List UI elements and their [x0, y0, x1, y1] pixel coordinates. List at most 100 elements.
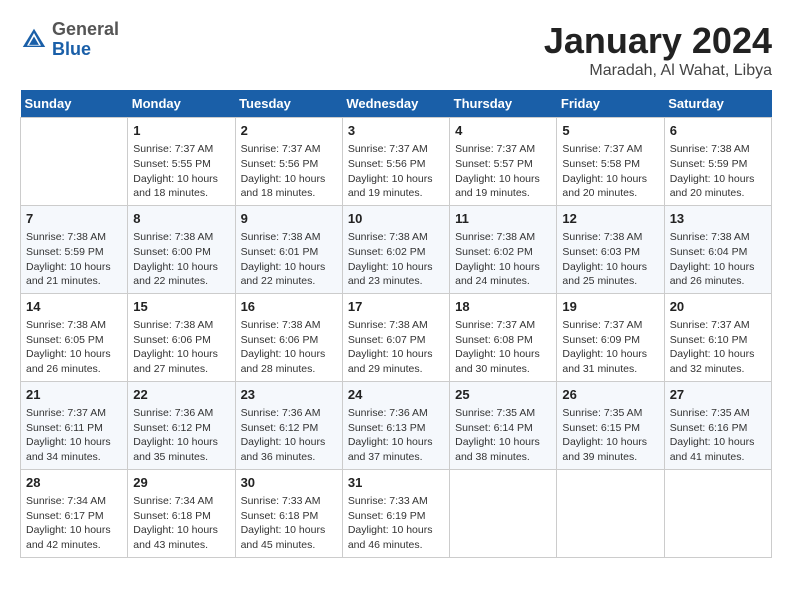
calendar-cell: 25 Sunrise: 7:35 AM Sunset: 6:14 PM Dayli…	[450, 381, 557, 469]
weekday-header-sunday: Sunday	[21, 90, 128, 118]
calendar-cell: 30Sunrise: 7:33 AM Sunset: 6:18 PM Dayli…	[235, 469, 342, 557]
week-row-3: 14Sunrise: 7:38 AM Sunset: 6:05 PM Dayli…	[21, 293, 772, 381]
week-row-2: 7 Sunrise: 7:38 AM Sunset: 5:59 PM Daylig…	[21, 205, 772, 293]
day-info: Sunrise: 7:38 AM Sunset: 5:59 PM Dayligh…	[670, 142, 766, 201]
day-info: Sunrise: 7:38 AM Sunset: 5:59 PM Dayligh…	[26, 230, 122, 289]
calendar-cell: 4Sunrise: 7:37 AM Sunset: 5:57 PM Daylig…	[450, 118, 557, 206]
title-block: January 2024 Maradah, Al Wahat, Libya	[544, 20, 772, 80]
day-info: Sunrise: 7:38 AM Sunset: 6:02 PM Dayligh…	[455, 230, 551, 289]
calendar-cell: 3 Sunrise: 7:37 AM Sunset: 5:56 PM Daylig…	[342, 118, 449, 206]
day-number: 4	[455, 122, 551, 140]
day-number: 23	[241, 386, 337, 404]
day-info: Sunrise: 7:37 AM Sunset: 6:09 PM Dayligh…	[562, 318, 658, 377]
week-row-5: 28 Sunrise: 7:34 AM Sunset: 6:17 PM Dayli…	[21, 469, 772, 557]
calendar-cell: 11 Sunrise: 7:38 AM Sunset: 6:02 PM Dayli…	[450, 205, 557, 293]
page-header: General Blue January 2024 Maradah, Al Wa…	[20, 20, 772, 80]
weekday-header-monday: Monday	[128, 90, 235, 118]
logo-blue: Blue	[52, 39, 91, 59]
day-info: Sunrise: 7:36 AM Sunset: 6:13 PM Dayligh…	[348, 406, 444, 465]
calendar-cell	[557, 469, 664, 557]
calendar-cell: 12 Sunrise: 7:38 AM Sunset: 6:03 PM Dayli…	[557, 205, 664, 293]
day-info: Sunrise: 7:38 AM Sunset: 6:06 PM Dayligh…	[241, 318, 337, 377]
day-number: 9	[241, 210, 337, 228]
calendar-cell: 16Sunrise: 7:38 AM Sunset: 6:06 PM Dayli…	[235, 293, 342, 381]
day-info: Sunrise: 7:34 AM Sunset: 6:18 PM Dayligh…	[133, 494, 229, 553]
day-info: Sunrise: 7:38 AM Sunset: 6:02 PM Dayligh…	[348, 230, 444, 289]
day-number: 15	[133, 298, 229, 316]
day-number: 20	[670, 298, 766, 316]
calendar-cell	[450, 469, 557, 557]
calendar-cell: 8Sunrise: 7:38 AM Sunset: 6:00 PM Daylig…	[128, 205, 235, 293]
day-number: 12	[562, 210, 658, 228]
calendar-cell: 7 Sunrise: 7:38 AM Sunset: 5:59 PM Daylig…	[21, 205, 128, 293]
logo-text: General Blue	[52, 20, 119, 60]
day-number: 22	[133, 386, 229, 404]
logo-icon	[20, 26, 48, 54]
calendar-cell: 21Sunrise: 7:37 AM Sunset: 6:11 PM Dayli…	[21, 381, 128, 469]
logo-general: General	[52, 19, 119, 39]
calendar-cell: 17 Sunrise: 7:38 AM Sunset: 6:07 PM Dayli…	[342, 293, 449, 381]
day-info: Sunrise: 7:36 AM Sunset: 6:12 PM Dayligh…	[133, 406, 229, 465]
day-number: 17	[348, 298, 444, 316]
day-number: 29	[133, 474, 229, 492]
day-info: Sunrise: 7:35 AM Sunset: 6:16 PM Dayligh…	[670, 406, 766, 465]
calendar-cell: 29 Sunrise: 7:34 AM Sunset: 6:18 PM Dayli…	[128, 469, 235, 557]
day-info: Sunrise: 7:38 AM Sunset: 6:03 PM Dayligh…	[562, 230, 658, 289]
calendar-cell: 26Sunrise: 7:35 AM Sunset: 6:15 PM Dayli…	[557, 381, 664, 469]
calendar-cell: 5Sunrise: 7:37 AM Sunset: 5:58 PM Daylig…	[557, 118, 664, 206]
calendar-cell: 28 Sunrise: 7:34 AM Sunset: 6:17 PM Dayli…	[21, 469, 128, 557]
day-info: Sunrise: 7:38 AM Sunset: 6:04 PM Dayligh…	[670, 230, 766, 289]
day-info: Sunrise: 7:37 AM Sunset: 5:56 PM Dayligh…	[348, 142, 444, 201]
calendar-table: SundayMondayTuesdayWednesdayThursdayFrid…	[20, 90, 772, 558]
calendar-cell: 20 Sunrise: 7:37 AM Sunset: 6:10 PM Dayli…	[664, 293, 771, 381]
day-number: 3	[348, 122, 444, 140]
calendar-cell: 2Sunrise: 7:37 AM Sunset: 5:56 PM Daylig…	[235, 118, 342, 206]
day-info: Sunrise: 7:35 AM Sunset: 6:14 PM Dayligh…	[455, 406, 551, 465]
weekday-header-row: SundayMondayTuesdayWednesdayThursdayFrid…	[21, 90, 772, 118]
calendar-cell: 1Sunrise: 7:37 AM Sunset: 5:55 PM Daylig…	[128, 118, 235, 206]
week-row-1: 1Sunrise: 7:37 AM Sunset: 5:55 PM Daylig…	[21, 118, 772, 206]
day-number: 11	[455, 210, 551, 228]
day-info: Sunrise: 7:38 AM Sunset: 6:07 PM Dayligh…	[348, 318, 444, 377]
day-number: 18	[455, 298, 551, 316]
day-number: 31	[348, 474, 444, 492]
calendar-cell: 18 Sunrise: 7:37 AM Sunset: 6:08 PM Dayli…	[450, 293, 557, 381]
weekday-header-wednesday: Wednesday	[342, 90, 449, 118]
day-info: Sunrise: 7:37 AM Sunset: 6:10 PM Dayligh…	[670, 318, 766, 377]
day-number: 10	[348, 210, 444, 228]
day-number: 7	[26, 210, 122, 228]
calendar-cell: 23Sunrise: 7:36 AM Sunset: 6:12 PM Dayli…	[235, 381, 342, 469]
month-title: January 2024	[544, 20, 772, 62]
calendar-cell: 13 Sunrise: 7:38 AM Sunset: 6:04 PM Dayli…	[664, 205, 771, 293]
day-info: Sunrise: 7:38 AM Sunset: 6:00 PM Dayligh…	[133, 230, 229, 289]
day-info: Sunrise: 7:37 AM Sunset: 6:08 PM Dayligh…	[455, 318, 551, 377]
day-info: Sunrise: 7:34 AM Sunset: 6:17 PM Dayligh…	[26, 494, 122, 553]
day-info: Sunrise: 7:38 AM Sunset: 6:06 PM Dayligh…	[133, 318, 229, 377]
day-info: Sunrise: 7:37 AM Sunset: 5:58 PM Dayligh…	[562, 142, 658, 201]
calendar-cell: 31 Sunrise: 7:33 AM Sunset: 6:19 PM Dayli…	[342, 469, 449, 557]
week-row-4: 21Sunrise: 7:37 AM Sunset: 6:11 PM Dayli…	[21, 381, 772, 469]
calendar-cell	[21, 118, 128, 206]
weekday-header-tuesday: Tuesday	[235, 90, 342, 118]
calendar-cell: 10 Sunrise: 7:38 AM Sunset: 6:02 PM Dayli…	[342, 205, 449, 293]
day-number: 25	[455, 386, 551, 404]
calendar-cell: 9Sunrise: 7:38 AM Sunset: 6:01 PM Daylig…	[235, 205, 342, 293]
calendar-cell: 6 Sunrise: 7:38 AM Sunset: 5:59 PM Daylig…	[664, 118, 771, 206]
day-number: 21	[26, 386, 122, 404]
calendar-cell: 27 Sunrise: 7:35 AM Sunset: 6:16 PM Dayli…	[664, 381, 771, 469]
calendar-cell: 15 Sunrise: 7:38 AM Sunset: 6:06 PM Dayli…	[128, 293, 235, 381]
day-info: Sunrise: 7:37 AM Sunset: 5:56 PM Dayligh…	[241, 142, 337, 201]
day-info: Sunrise: 7:38 AM Sunset: 6:05 PM Dayligh…	[26, 318, 122, 377]
day-number: 26	[562, 386, 658, 404]
calendar-cell	[664, 469, 771, 557]
weekday-header-thursday: Thursday	[450, 90, 557, 118]
day-number: 28	[26, 474, 122, 492]
day-number: 6	[670, 122, 766, 140]
calendar-cell: 19Sunrise: 7:37 AM Sunset: 6:09 PM Dayli…	[557, 293, 664, 381]
day-number: 27	[670, 386, 766, 404]
weekday-header-friday: Friday	[557, 90, 664, 118]
day-number: 30	[241, 474, 337, 492]
day-info: Sunrise: 7:33 AM Sunset: 6:19 PM Dayligh…	[348, 494, 444, 553]
day-number: 13	[670, 210, 766, 228]
calendar-cell: 24Sunrise: 7:36 AM Sunset: 6:13 PM Dayli…	[342, 381, 449, 469]
